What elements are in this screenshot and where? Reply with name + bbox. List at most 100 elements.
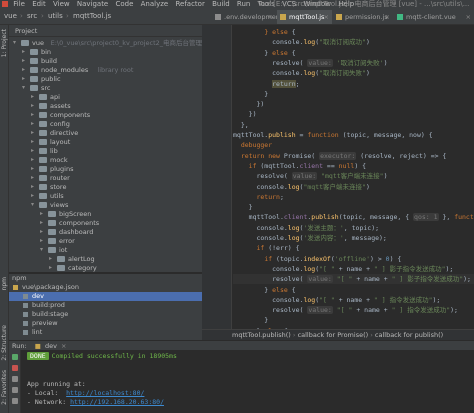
menu-run[interactable]: Run [237,0,250,8]
close-icon[interactable]: × [324,10,329,24]
crumb-publish-callback[interactable]: callback for publish() [375,331,443,339]
tab-label: mqtt-client.vue [406,13,456,21]
code-token: "[ " [336,275,353,284]
code-token: ) { [354,161,367,170]
tree-item[interactable]: ▸ category [9,263,202,272]
menu-file[interactable]: File [13,0,25,8]
npm-script-item[interactable]: lint [9,328,202,337]
npm-script-item[interactable]: preview [9,319,202,328]
menu-build[interactable]: Build [212,0,230,8]
code-line: return; [233,79,300,89]
project-tool-button[interactable]: 1: Project [1,29,8,57]
menu-navigate[interactable]: Navigate [77,0,108,8]
folder-icon [39,130,47,136]
console-line-app-running: App running at: [27,380,86,388]
crumb-promise-callback[interactable]: callback for Promise() [298,331,369,339]
menu-refactor[interactable]: Refactor [175,0,204,8]
tab-mqtttool[interactable]: mqttTool.js × [277,10,332,24]
code-token: "mqtt客户端未连接" [303,182,366,191]
print-icon[interactable] [12,387,18,393]
code-token: "[ " [319,295,335,304]
code-token: executor: [319,151,357,160]
code-line: resolve( value: '取消订阅失败') [233,58,388,68]
breadcrumb-file[interactable]: mqttTool.js [73,8,111,24]
run-console[interactable]: DONE Compiled successfully in 18905ms App… [21,350,474,413]
folder-icon [48,220,56,226]
crumb-function[interactable]: mqttTool.publish() [232,331,291,339]
code-token: function [307,131,339,139]
folder-icon [39,175,47,181]
script-icon [23,294,28,299]
code-token: ) [365,182,370,191]
code-token: (topic, message, now) { [338,131,433,139]
menu-code[interactable]: Code [115,0,133,8]
npm-script-item[interactable]: build:prod [9,301,202,310]
breadcrumb-vue[interactable]: vue [4,8,17,24]
close-icon[interactable]: × [61,342,66,350]
menu-edit[interactable]: Edit [32,0,46,8]
folder-icon [39,184,47,190]
js-file-icon [336,14,342,20]
code-token: console. [233,223,288,232]
run-tab-dev[interactable]: dev [45,342,57,350]
close-icon[interactable]: × [268,10,273,24]
npm-script-label: build:prod [32,301,65,309]
tab-permission[interactable]: permission.js × [333,10,393,24]
code-token: client [283,213,308,222]
npm-panel-header: npm [12,274,27,282]
npm-script-item[interactable]: build:stage [9,310,202,319]
favorites-tool-button[interactable]: 2: Favorites [1,370,8,405]
rerun-icon[interactable] [12,354,18,360]
npm-script-item[interactable]: vue\package.json [9,283,202,292]
code-editor[interactable]: } else { console.log("取消订阅成功") } else { … [233,25,474,340]
npm-script-item[interactable]: dev [9,292,202,301]
code-token: log [287,182,300,191]
tab-label: .env.development [224,13,283,21]
scroll-to-end-icon[interactable] [12,376,18,382]
chevron-right-icon[interactable]: ▸ [49,263,52,272]
structure-tool-button[interactable]: 2: Structure [1,325,8,361]
folder-icon [39,139,47,145]
code-token: ) { [389,254,402,263]
tab-env-development[interactable]: .env.development × [212,10,282,24]
menu-view[interactable]: View [53,0,70,8]
close-icon[interactable]: × [385,10,390,24]
npm-panel: npm vue\package.json dev build:prod build:s… [9,273,202,340]
stop-icon[interactable] [12,365,18,371]
code-token: log [303,69,316,78]
code-line: console.log("[ " + name + " ] 影子指令发送成功")… [233,264,453,274]
code-line: return; [233,192,284,202]
code-token: ; [279,192,284,201]
breadcrumb-utils[interactable]: utils [48,8,63,24]
menu-analyze[interactable]: Analyze [141,0,169,8]
breadcrumb-src[interactable]: src [27,8,37,24]
code-token: function [454,213,474,222]
code-token: ); [450,306,458,315]
local-url-link[interactable]: http://localhost:80/ [66,389,144,397]
code-line: } [233,315,268,325]
project-panel: Project ▾ vue E:\0_vue\src\project0_kv_pro… [9,25,202,272]
code-token: value: [291,172,318,181]
code-token: indexOf [303,254,331,263]
npm-tool-button[interactable]: npm [1,277,8,290]
folder-icon [30,49,38,55]
folder-icon [57,265,65,271]
compiled-message: Compiled successfully in 18905ms [51,352,177,360]
tab-mqtt-client[interactable]: mqtt-client.vue × [394,10,474,24]
close-icon[interactable]: × [466,10,471,24]
breadcrumb-separator-icon: › [20,12,23,20]
code-token: console. [233,38,304,47]
code-token: ) > [370,254,386,263]
folder-icon [48,247,56,253]
folder-icon [21,40,29,46]
npm-script-label: lint [32,328,43,336]
code-token: log [287,223,300,232]
trash-icon[interactable] [12,398,18,404]
network-url-link[interactable]: http://192.168.20.63:80/ [70,398,164,406]
folder-icon [39,202,47,208]
folder-icon [30,58,38,64]
breadcrumb-separator-icon: › [66,12,69,20]
folder-icon [48,229,56,235]
